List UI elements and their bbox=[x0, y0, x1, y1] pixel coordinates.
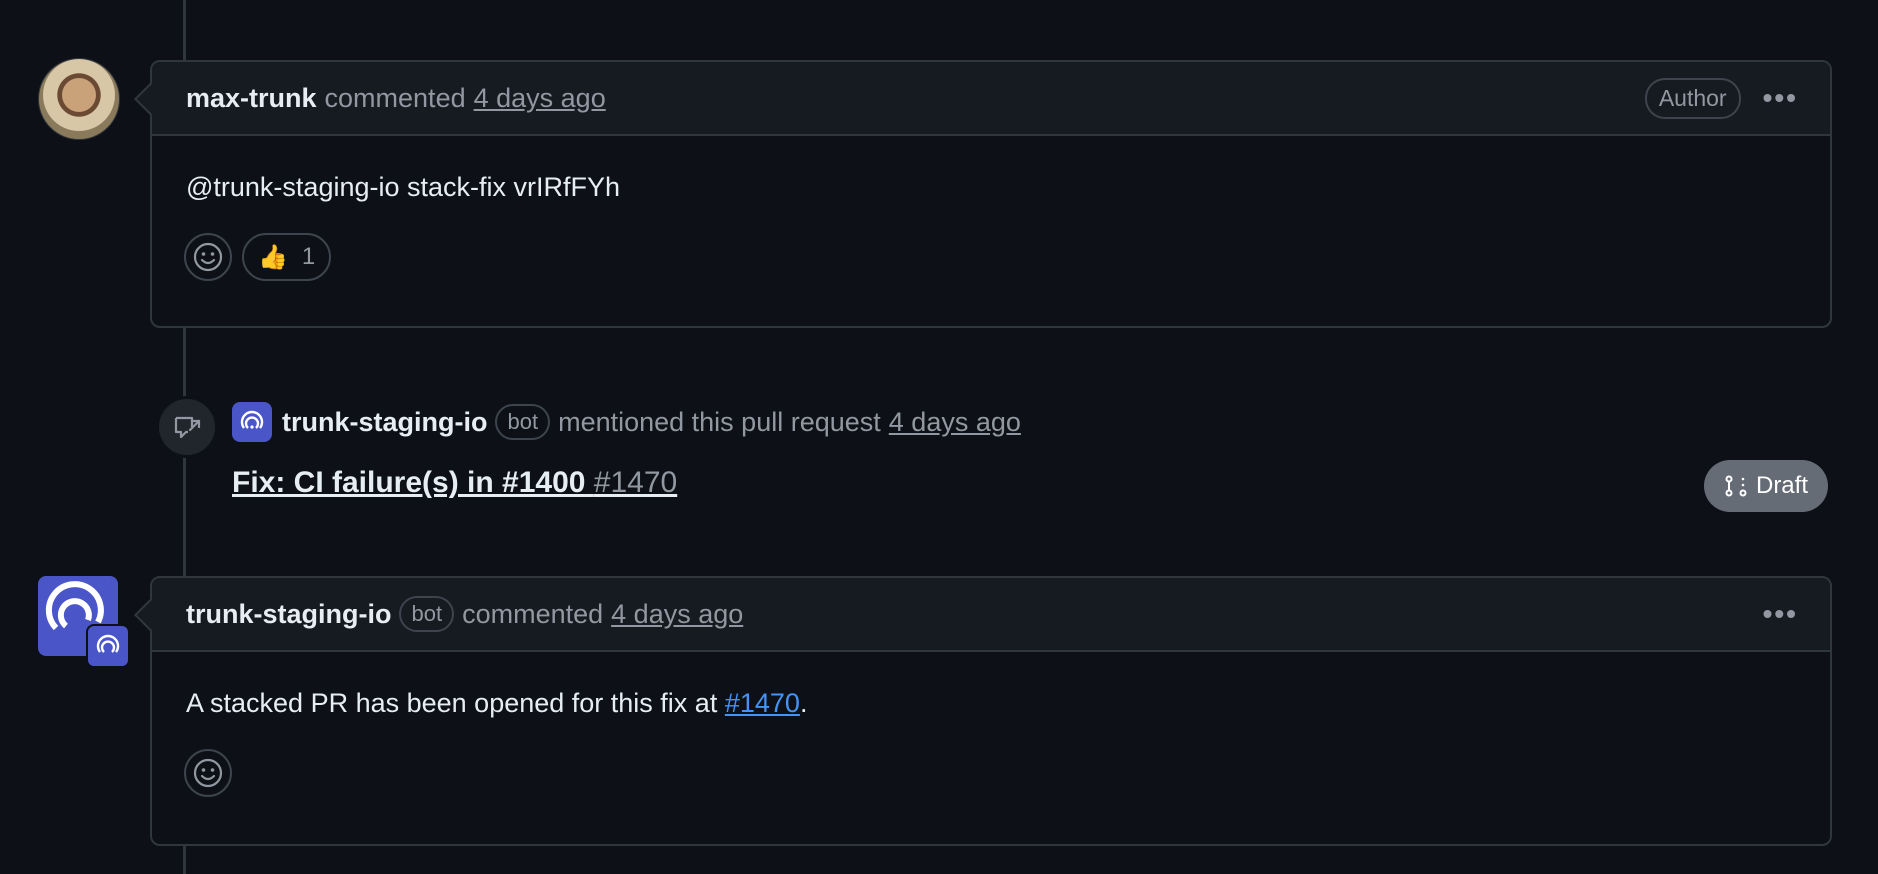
comment-card: max-trunk commented 4 days ago Author ••… bbox=[150, 60, 1832, 328]
kebab-horizontal-icon[interactable]: ••• bbox=[1763, 598, 1798, 630]
comment-card: trunk-staging-io bot commented 4 days ag… bbox=[150, 576, 1832, 846]
bot-badge: bot bbox=[399, 596, 455, 632]
git-pull-request-draft-icon bbox=[1725, 475, 1747, 497]
comment-body: @trunk-staging-io stack-fix vrIRfFYh bbox=[186, 172, 621, 202]
timeline-event: trunk-staging-io bot mentioned this pull… bbox=[156, 396, 1828, 546]
thumbs-up-reaction[interactable]: 👍 1 bbox=[242, 233, 332, 281]
comment-author[interactable]: trunk-staging-io bbox=[186, 599, 391, 630]
kebab-horizontal-icon[interactable]: ••• bbox=[1763, 82, 1798, 114]
bot-mini-avatar bbox=[86, 624, 130, 668]
comment-author[interactable]: max-trunk bbox=[186, 83, 317, 114]
draft-status-badge: Draft bbox=[1703, 460, 1828, 512]
pr-reference-link[interactable]: #1470 bbox=[725, 688, 800, 718]
add-reaction-button[interactable] bbox=[184, 749, 232, 797]
event-action: mentioned this pull request bbox=[558, 406, 881, 437]
bot-badge: bot bbox=[495, 404, 551, 440]
add-reaction-button[interactable] bbox=[184, 233, 232, 281]
pr-number: #1470 bbox=[593, 466, 678, 499]
reaction-count: 1 bbox=[301, 243, 316, 270]
smiley-icon bbox=[193, 758, 223, 788]
comment-header: trunk-staging-io bot commented 4 days ag… bbox=[152, 578, 1830, 652]
user-avatar[interactable] bbox=[38, 58, 120, 140]
smiley-icon bbox=[193, 242, 223, 272]
reactions-bar: 👍 1 bbox=[152, 203, 1830, 281]
pr-title: Fix: CI failure(s) in #1400 bbox=[232, 466, 586, 499]
comment-header: max-trunk commented 4 days ago Author ••… bbox=[152, 62, 1830, 136]
draft-label: Draft bbox=[1755, 472, 1808, 499]
comment-timestamp[interactable]: 4 days ago bbox=[474, 83, 606, 114]
event-timestamp[interactable]: 4 days ago bbox=[889, 407, 1021, 438]
pr-link[interactable]: Fix: CI failure(s) in #1400 #1470 bbox=[232, 466, 677, 500]
comment-timestamp[interactable]: 4 days ago bbox=[611, 599, 743, 630]
thumbs-up-emoji: 👍 bbox=[258, 243, 288, 271]
event-summary: trunk-staging-io bot mentioned this pull… bbox=[232, 402, 1021, 442]
comment-action: commented bbox=[462, 598, 604, 629]
trunk-logo-icon[interactable] bbox=[232, 402, 272, 442]
comment-body: A stacked PR has been opened for this fi… bbox=[152, 652, 1830, 719]
comment-body-suffix: . bbox=[799, 688, 808, 718]
event-author[interactable]: trunk-staging-io bbox=[282, 407, 487, 438]
comment-body-text: A stacked PR has been opened for this fi… bbox=[186, 688, 718, 718]
bot-avatar[interactable] bbox=[38, 576, 130, 668]
comment-action: commented bbox=[324, 82, 466, 113]
reactions-bar bbox=[152, 719, 1830, 797]
cross-reference-icon bbox=[156, 396, 218, 458]
trunk-logo-icon bbox=[96, 634, 120, 653]
author-badge: Author bbox=[1644, 77, 1741, 119]
